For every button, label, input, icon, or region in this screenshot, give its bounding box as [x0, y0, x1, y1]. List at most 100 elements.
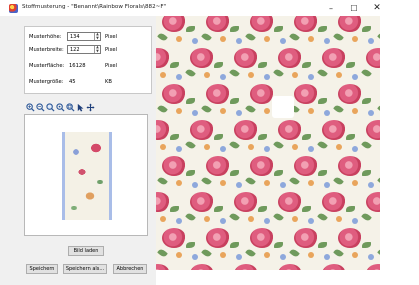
pattern-width-spinner[interactable]: ▲ ▼ — [94, 45, 100, 53]
orange-flower-motif — [308, 108, 314, 114]
blue-flower-motif — [324, 182, 330, 188]
blue-flower-motif — [352, 74, 358, 80]
leaf-motif — [377, 31, 380, 43]
blue-flower-motif — [324, 110, 330, 116]
minimize-button[interactable]: – — [320, 0, 342, 16]
maximize-button[interactable]: ☐ — [343, 0, 365, 16]
orange-flower-motif — [160, 144, 166, 150]
leaf-motif — [186, 98, 195, 104]
rose-motif — [156, 120, 170, 140]
leaf-motif — [245, 175, 256, 187]
leaf-motif — [245, 103, 256, 115]
leaf-motif — [201, 247, 212, 259]
zoom-in-icon[interactable] — [26, 102, 35, 112]
rose-motif — [162, 16, 186, 32]
cancel-button[interactable]: Abbrechen — [113, 264, 147, 274]
pattern-height-row: Musterhöhe: 134 ▲ ▼ Pixel — [25, 32, 151, 42]
pattern-size-row: Mustergröße: 45 KB — [25, 77, 151, 87]
rose-motif — [190, 48, 214, 68]
rose-motif — [294, 84, 318, 104]
rose-motif — [250, 156, 274, 176]
rose-motif — [278, 192, 302, 212]
rose-motif — [366, 120, 380, 140]
leaf-motif — [346, 134, 355, 140]
orange-flower-motif — [248, 216, 254, 222]
blue-flower-motif — [368, 182, 374, 188]
leaf-motif — [361, 139, 372, 151]
blue-flower-motif — [220, 218, 226, 224]
orange-flower-motif — [264, 252, 270, 258]
leaf-motif — [317, 139, 328, 151]
rose-motif — [338, 84, 362, 104]
orange-flower-motif — [160, 216, 166, 222]
zoom-fit-icon[interactable] — [46, 102, 55, 112]
pattern-size-unit: KB — [105, 79, 112, 85]
rose-motif — [162, 156, 186, 176]
leaf-motif — [229, 139, 240, 151]
leaf-motif — [258, 134, 267, 140]
leaf-motif — [333, 247, 344, 259]
orange-flower-motif — [176, 252, 182, 258]
pattern-height-spinner[interactable]: ▲ ▼ — [94, 32, 100, 40]
zoom-actual-icon[interactable] — [56, 102, 65, 112]
blue-flower-motif — [220, 146, 226, 152]
rose-motif — [294, 16, 318, 32]
leaf-motif — [201, 175, 212, 187]
leaf-motif — [302, 62, 311, 68]
leaf-motif — [289, 247, 300, 259]
blue-flower-motif — [192, 110, 198, 116]
blue-flower-motif — [236, 38, 242, 44]
rose-motif — [156, 264, 170, 270]
pattern-canvas[interactable] — [156, 16, 380, 270]
rose-motif — [190, 264, 214, 270]
blue-flower-motif — [308, 74, 314, 80]
title-bar: Stoffmusterung - "Benannt\Rainbow Floral… — [0, 0, 419, 16]
blue-flower-motif — [192, 182, 198, 188]
blue-flower-motif — [352, 146, 358, 152]
pattern-width-value: 122 — [70, 47, 80, 53]
pattern-width-input[interactable]: 122 ▲ ▼ — [67, 45, 101, 54]
pattern-preview — [24, 114, 148, 236]
leaf-motif — [362, 170, 371, 176]
leaf-motif — [318, 170, 327, 176]
save-button[interactable]: Speichern — [26, 264, 58, 274]
pan-icon[interactable] — [86, 102, 95, 112]
leaf-motif — [362, 242, 371, 248]
blue-flower-motif — [368, 38, 374, 44]
rose-motif — [278, 264, 302, 270]
pointer-icon[interactable] — [76, 103, 85, 112]
leaf-motif — [157, 103, 168, 115]
orange-flower-motif — [248, 72, 254, 78]
orange-flower-motif — [292, 216, 298, 222]
zoom-window-icon[interactable] — [66, 102, 75, 112]
leaf-motif — [245, 31, 256, 43]
blue-flower-motif — [352, 218, 358, 224]
rose-motif — [278, 48, 302, 68]
rose-motif — [234, 264, 258, 270]
app-icon — [9, 4, 18, 13]
leaf-motif — [317, 211, 328, 223]
orange-flower-motif — [308, 36, 314, 42]
rose-motif — [250, 228, 274, 248]
leaf-motif — [318, 98, 327, 104]
orange-flower-motif — [176, 108, 182, 114]
save-as-button[interactable]: Speichern als... — [63, 264, 107, 274]
leaf-motif — [185, 67, 196, 79]
pattern-height-value: 134 — [70, 34, 80, 40]
orange-flower-motif — [220, 180, 226, 186]
pattern-height-input[interactable]: 134 ▲ ▼ — [67, 32, 101, 41]
rose-motif — [322, 48, 346, 68]
pattern-area-value: 16128 — [69, 63, 86, 69]
load-image-button[interactable]: Bild laden — [68, 246, 104, 256]
blue-flower-motif — [176, 146, 182, 152]
leaf-motif — [361, 211, 372, 223]
leaf-motif — [170, 206, 179, 212]
pattern-size-label: Mustergröße: — [29, 79, 64, 85]
orange-flower-motif — [264, 180, 270, 186]
orange-flower-motif — [204, 216, 210, 222]
orange-flower-motif — [176, 180, 182, 186]
leaf-motif — [157, 247, 168, 259]
zoom-out-icon[interactable] — [36, 102, 45, 112]
leaf-motif — [185, 211, 196, 223]
close-button[interactable]: ✕ — [366, 0, 388, 16]
